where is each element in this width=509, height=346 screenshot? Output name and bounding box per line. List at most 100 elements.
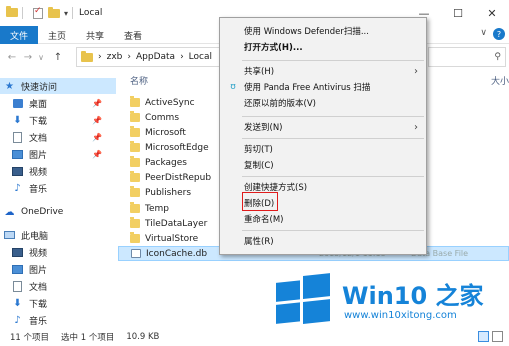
properties-icon[interactable] — [33, 6, 43, 19]
maximize-button[interactable]: ☐ — [441, 0, 475, 26]
help-icon[interactable]: ? — [493, 28, 505, 40]
document-icon — [12, 280, 23, 292]
selection-size: 10.9 KB — [126, 332, 160, 342]
nav-this-pc[interactable]: 此电脑 — [0, 227, 116, 243]
file-name: PeerDistRepub — [145, 172, 212, 183]
nav-label: 音乐 — [29, 184, 48, 195]
context-menu: 使用 Windows Defender扫描... 打开方式(H)... 共享(H… — [219, 17, 427, 255]
nav-music[interactable]: ♪ 音乐 — [0, 180, 116, 196]
folder-icon — [130, 126, 140, 137]
file-name: IconCache.db — [146, 248, 208, 259]
chevron-right-icon: › — [414, 121, 418, 133]
pin-icon[interactable]: 📌 — [92, 150, 102, 159]
menu-item-panda-scan[interactable]: ʊ 使用 Panda Free Antivirus 扫描 — [220, 80, 426, 94]
menu-label: 属性(R) — [244, 237, 274, 247]
nav-pc-videos[interactable]: 视频 — [0, 244, 116, 260]
chevron-down-icon[interactable]: ▾ — [64, 9, 68, 18]
breadcrumb-zxb[interactable]: zxb — [107, 52, 123, 62]
breadcrumb-appdata[interactable]: AppData — [136, 52, 175, 62]
nav-pictures[interactable]: 图片 📌 — [0, 146, 116, 162]
chevron-down-icon[interactable]: ∨ — [480, 28, 487, 40]
nav-onedrive[interactable]: ☁ OneDrive — [0, 204, 116, 220]
nav-quick-access[interactable]: ★ 快速访问 — [0, 78, 116, 94]
folder-icon — [130, 232, 140, 243]
tab-share[interactable]: 共享 — [76, 26, 114, 44]
ribbon-controls: ∨ ? — [480, 28, 505, 40]
nav-pc-music[interactable]: ♪ 音乐 — [0, 312, 116, 328]
search-input[interactable]: ⚲ — [428, 47, 506, 67]
cloud-icon: ☁ — [4, 206, 15, 218]
recent-locations-button[interactable]: ∨ — [36, 53, 46, 62]
nav-label: 桌面 — [29, 99, 48, 110]
address-bar[interactable]: › zxb › AppData › Local — [76, 47, 224, 67]
nav-label: 文档 — [29, 133, 48, 144]
nav-label: OneDrive — [21, 207, 64, 217]
nav-label: 视频 — [29, 248, 48, 259]
up-button[interactable]: ↑ — [50, 52, 66, 63]
music-icon: ♪ — [14, 182, 21, 194]
tab-file[interactable]: 文件 — [0, 26, 38, 44]
menu-separator — [242, 116, 424, 117]
menu-item-properties[interactable]: 属性(R) — [220, 234, 426, 248]
column-name[interactable]: 名称 — [130, 74, 148, 87]
nav-documents[interactable]: 文档 📌 — [0, 129, 116, 145]
video-icon — [12, 247, 23, 258]
nav-label: 快速访问 — [21, 82, 58, 93]
picture-icon — [12, 149, 23, 160]
menu-label: 重命名(M) — [244, 215, 284, 225]
back-button[interactable]: ← — [4, 52, 20, 63]
nav-pc-documents[interactable]: 文档 — [0, 278, 116, 294]
menu-label: 还原以前的版本(V) — [244, 99, 316, 109]
folder-icon — [130, 96, 140, 107]
navigation-pane: ★ 快速访问 桌面 📌 ⬇ 下载 📌 文档 📌 图片 📌 视频 ♪ 音乐 ☁ O… — [0, 74, 118, 328]
menu-item-cut[interactable]: 剪切(T) — [220, 142, 426, 156]
breadcrumb-separator: › — [180, 52, 184, 62]
tab-view[interactable]: 查看 — [114, 26, 152, 44]
large-icons-view-icon[interactable] — [492, 331, 503, 342]
nav-videos[interactable]: 视频 — [0, 163, 116, 179]
new-folder-icon[interactable] — [48, 6, 60, 18]
watermark: Win10 之家 www.win10xitong.com — [276, 272, 506, 328]
menu-item-open-with[interactable]: 打开方式(H)... — [220, 40, 426, 54]
pin-icon[interactable]: 📌 — [92, 133, 102, 142]
nav-desktop[interactable]: 桌面 📌 — [0, 95, 116, 111]
folder-icon — [130, 111, 140, 122]
menu-label: 共享(H) — [244, 67, 275, 77]
video-icon — [12, 166, 23, 177]
file-name: TileDataLayer — [145, 218, 208, 229]
nav-downloads[interactable]: ⬇ 下载 📌 — [0, 112, 116, 128]
pin-icon[interactable]: 📌 — [92, 116, 102, 125]
column-size[interactable]: 大小 — [491, 74, 509, 87]
pin-icon[interactable]: 📌 — [92, 99, 102, 108]
menu-separator — [242, 230, 424, 231]
panda-icon: ʊ — [230, 82, 236, 92]
breadcrumb-separator: › — [127, 52, 131, 62]
nav-pc-downloads[interactable]: ⬇ 下载 — [0, 295, 116, 311]
file-name: VirtualStore — [145, 233, 199, 244]
breadcrumb-local[interactable]: Local — [189, 52, 212, 62]
search-icon: ⚲ — [494, 52, 501, 62]
menu-item-defender-scan[interactable]: 使用 Windows Defender扫描... — [220, 24, 426, 38]
details-view-icon[interactable] — [478, 331, 489, 342]
nav-label: 图片 — [29, 150, 48, 161]
menu-item-send-to[interactable]: 发送到(N) › — [220, 120, 426, 134]
close-button[interactable]: ✕ — [475, 0, 509, 26]
windows-logo-icon — [276, 271, 330, 325]
file-name: Temp — [145, 203, 169, 214]
menu-item-share[interactable]: 共享(H) › — [220, 64, 426, 78]
watermark-brand: Win10 之家 — [342, 282, 484, 310]
menu-item-restore-versions[interactable]: 还原以前的版本(V) — [220, 96, 426, 110]
status-bar: 11 个项目 选中 1 个项目 10.9 KB — [0, 328, 509, 346]
tab-home[interactable]: 主页 — [38, 26, 76, 44]
file-name: Publishers — [145, 187, 192, 198]
file-name: Microsoft — [145, 127, 186, 138]
file-name: MicrosoftEdge — [145, 142, 209, 153]
menu-label: 使用 Panda Free Antivirus 扫描 — [244, 83, 371, 93]
nav-pc-pictures[interactable]: 图片 — [0, 261, 116, 277]
menu-label: 发送到(N) — [244, 123, 283, 133]
menu-item-rename[interactable]: 重命名(M) — [220, 212, 426, 226]
menu-item-copy[interactable]: 复制(C) — [220, 158, 426, 172]
forward-button[interactable]: → — [20, 52, 36, 63]
file-name: Packages — [145, 157, 187, 168]
folder-icon — [81, 50, 93, 62]
